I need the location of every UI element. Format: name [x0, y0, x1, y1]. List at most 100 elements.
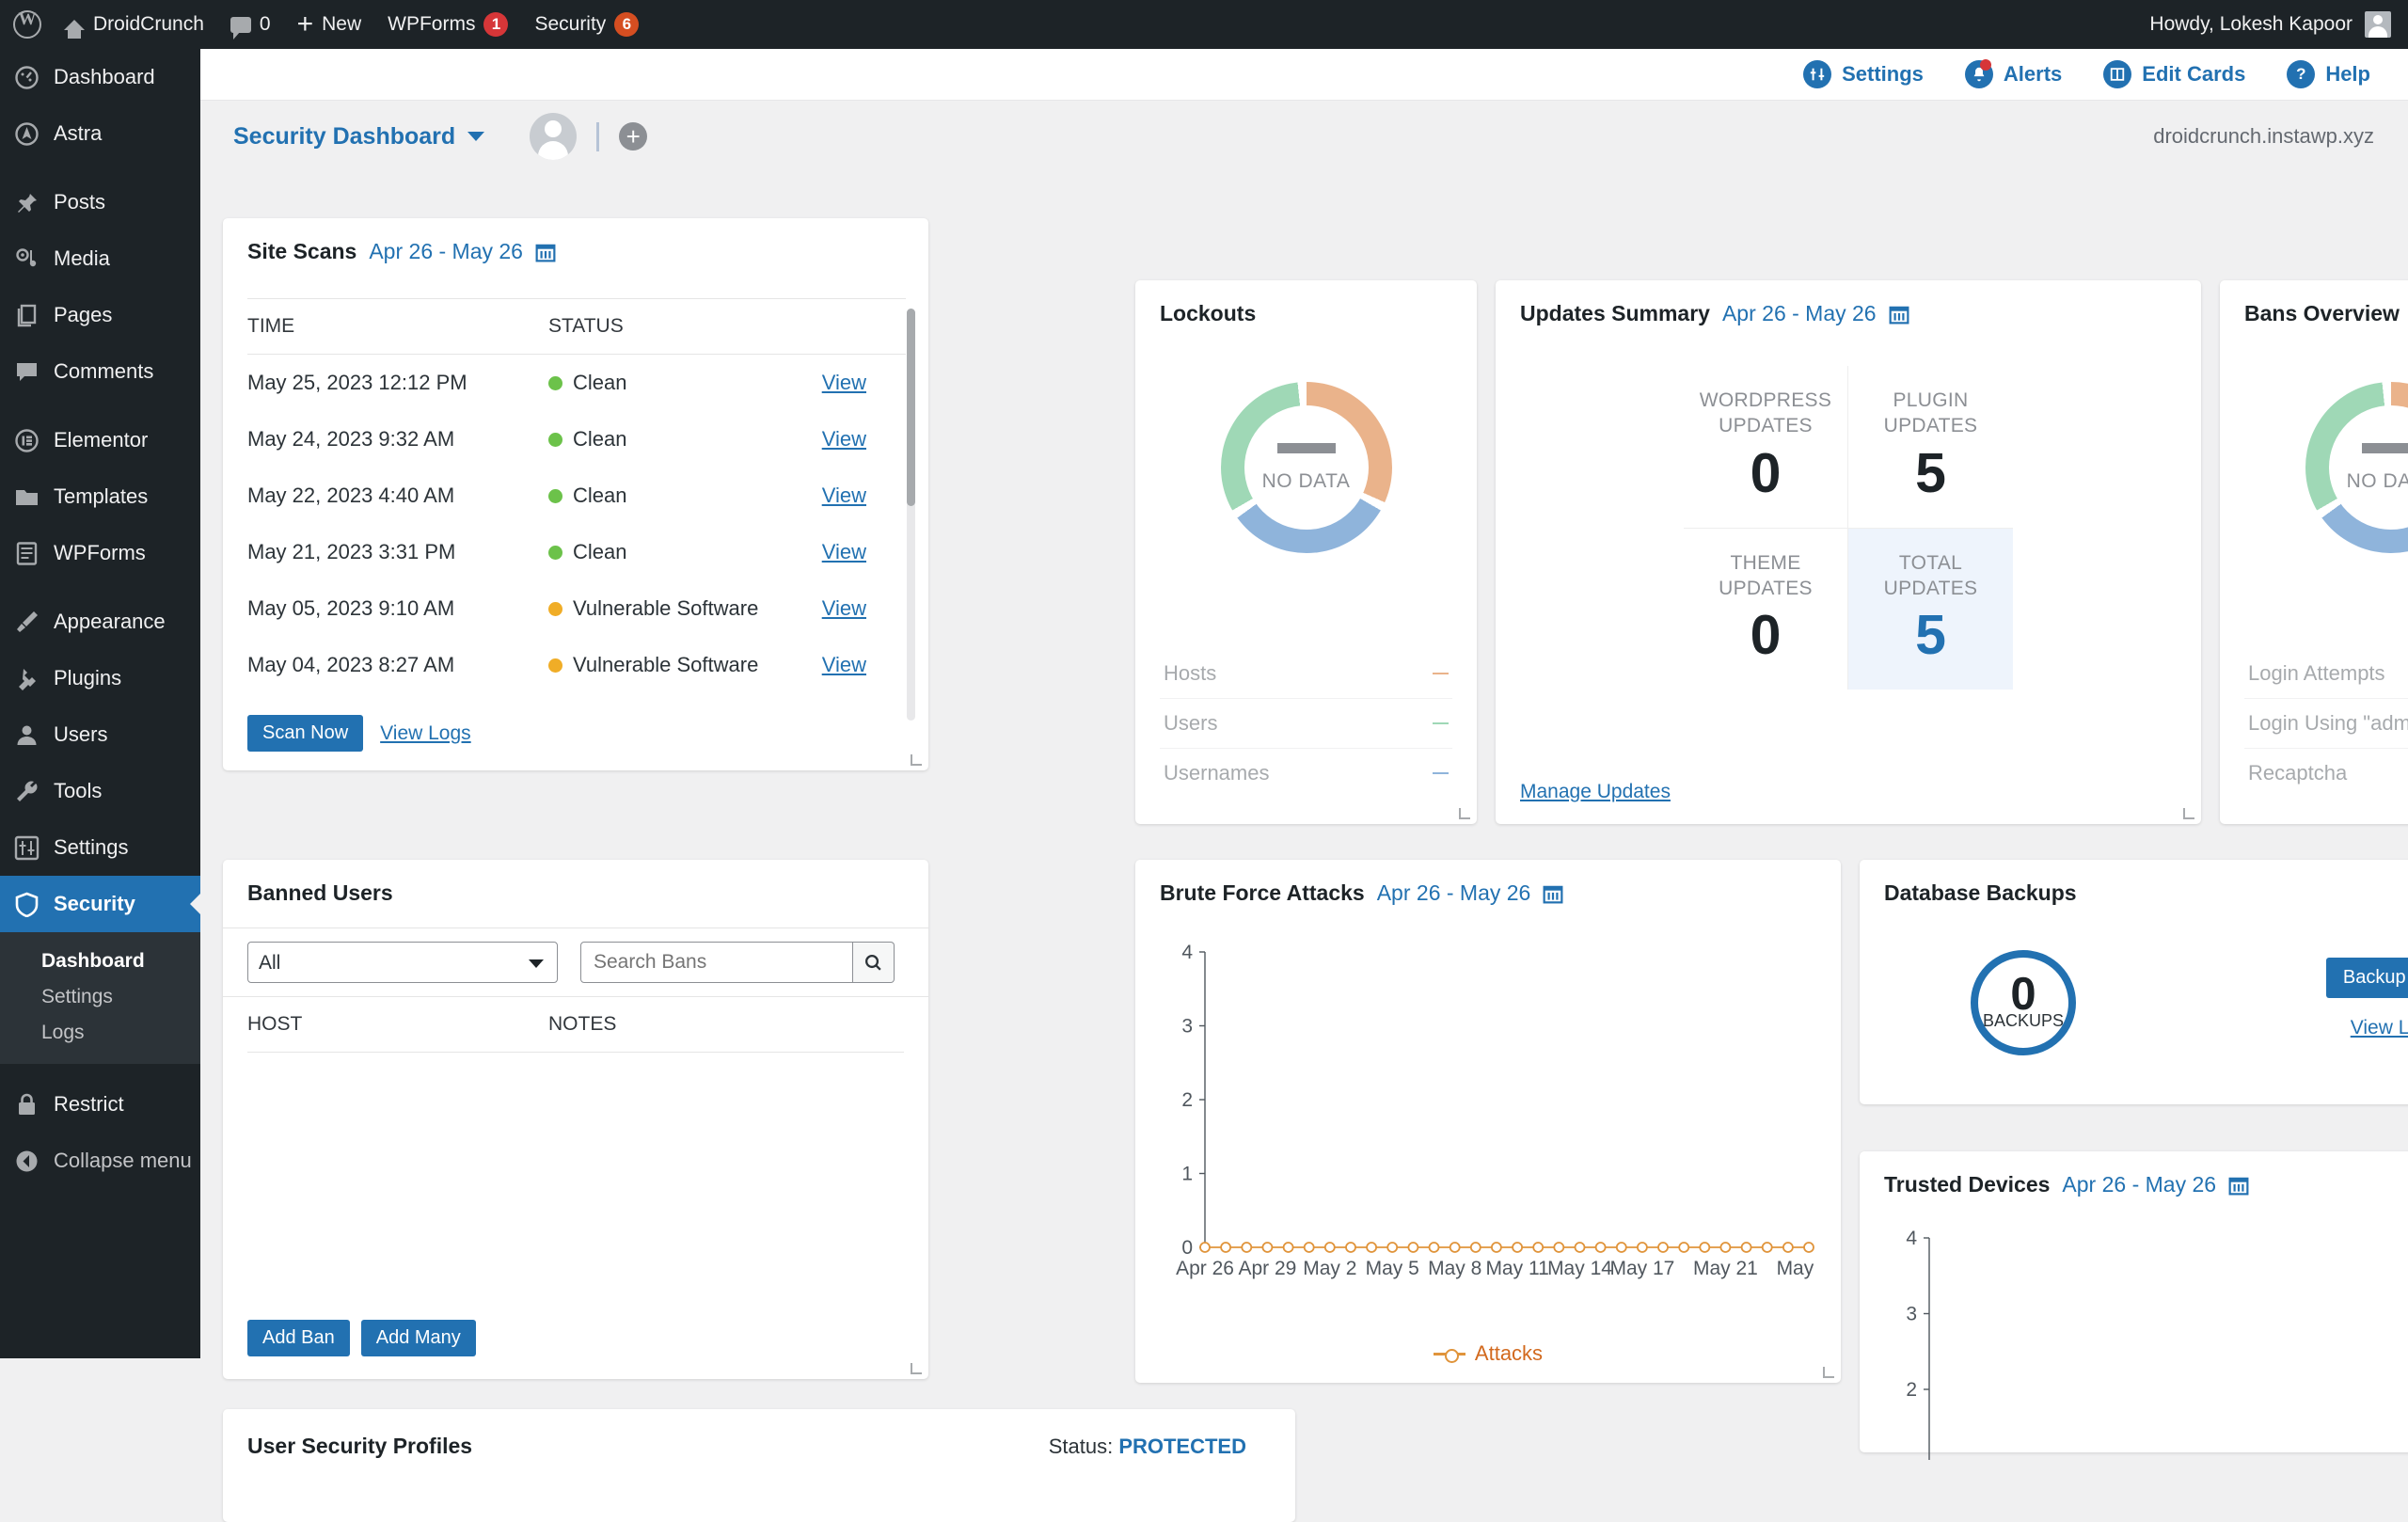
submenu-item-logs[interactable]: Logs: [0, 1015, 200, 1051]
toolbar-edit-cards-button[interactable]: Edit Cards: [2103, 60, 2245, 88]
toolbar-settings-button[interactable]: Settings: [1803, 60, 1924, 88]
table-row: May 25, 2023 12:12 PMCleanView: [247, 355, 906, 412]
svg-text:1: 1: [1181, 1164, 1193, 1185]
sidebar-collapse-button[interactable]: Collapse menu: [0, 1133, 200, 1189]
sidebar-item-astra[interactable]: Astra: [0, 105, 200, 162]
updates-summary-range[interactable]: Apr 26 - May 26: [1722, 301, 1877, 326]
scan-view-link[interactable]: View: [822, 596, 866, 620]
sidebar-item-restrict[interactable]: Restrict: [0, 1076, 200, 1133]
scrollbar-track[interactable]: [907, 309, 915, 721]
site-scans-header: Site Scans Apr 26 - May 26: [223, 218, 928, 283]
backup-now-button[interactable]: Backup Now: [2326, 958, 2408, 998]
scan-status-label: Clean: [573, 371, 626, 394]
calendar-icon[interactable]: [535, 242, 556, 262]
admin-bar: DroidCrunch 0 + New WPForms 1 Security 6…: [0, 0, 2408, 49]
search-bans-button[interactable]: [853, 942, 895, 983]
sidebar-item-media[interactable]: Media: [0, 230, 200, 287]
status-dot-icon: [548, 546, 562, 560]
resize-handle[interactable]: [1459, 808, 1470, 819]
sidebar-item-wpforms[interactable]: WPForms: [0, 525, 200, 581]
brute-force-range[interactable]: Apr 26 - May 26: [1377, 880, 1531, 906]
sidebar-item-elementor[interactable]: Elementor: [0, 412, 200, 468]
sidebar-item-pages[interactable]: Pages: [0, 287, 200, 343]
toolbar-alerts-button[interactable]: Alerts: [1965, 60, 2062, 88]
dashboard-selector[interactable]: Security Dashboard: [233, 123, 484, 151]
status-label: Status:: [1049, 1435, 1113, 1458]
lockouts-no-data-label: NO DATA: [1262, 470, 1351, 493]
trusted-devices-range[interactable]: Apr 26 - May 26: [2062, 1172, 2216, 1197]
settings-icon: [11, 832, 41, 863]
calendar-icon[interactable]: [1889, 304, 1909, 325]
resize-handle[interactable]: [1823, 1367, 1834, 1378]
scan-view-link[interactable]: View: [822, 540, 866, 563]
backups-view-logs-link[interactable]: View Logs: [2351, 1017, 2408, 1038]
scan-view-link[interactable]: View: [822, 484, 866, 507]
shield-icon: [11, 889, 41, 919]
wpforms-menu[interactable]: WPForms 1: [374, 0, 521, 49]
manage-updates-link[interactable]: Manage Updates: [1520, 781, 1671, 803]
submenu-item-settings[interactable]: Settings: [0, 979, 200, 1015]
sidebar-item-plugins[interactable]: Plugins: [0, 650, 200, 706]
resize-handle[interactable]: [911, 1363, 922, 1374]
sidebar-item-tools[interactable]: Tools: [0, 763, 200, 819]
new-content-menu[interactable]: + New: [284, 0, 375, 49]
legend-row: Recaptcha: [2244, 749, 2408, 798]
sidebar-item-label: Astra: [54, 121, 102, 146]
add-ban-button[interactable]: Add Ban: [247, 1320, 350, 1356]
sidebar-item-security[interactable]: Security: [0, 876, 200, 932]
brute-force-legend[interactable]: Attacks: [1135, 1341, 1841, 1366]
site-name-menu[interactable]: DroidCrunch: [51, 0, 217, 49]
comments-menu[interactable]: 0: [217, 0, 284, 49]
table-row: May 21, 2023 3:31 PMCleanView: [247, 524, 906, 580]
svg-text:3: 3: [1906, 1304, 1917, 1325]
svg-text:May 5: May 5: [1366, 1258, 1419, 1279]
scan-view-link[interactable]: View: [822, 371, 866, 394]
site-scans-title: Site Scans: [247, 239, 356, 264]
scrollbar-thumb[interactable]: [907, 309, 915, 506]
toolbar-help-button[interactable]: ? Help: [2287, 60, 2370, 88]
sidebar-separator: [0, 581, 200, 594]
trusted-devices-chart: 234: [1884, 1225, 2408, 1460]
scan-view-link[interactable]: View: [822, 427, 866, 451]
alert-dot-icon: [1980, 59, 1991, 71]
sidebar-item-dashboard[interactable]: Dashboard: [0, 49, 200, 105]
site-scans-range[interactable]: Apr 26 - May 26: [369, 239, 523, 264]
svg-text:2: 2: [1181, 1089, 1193, 1111]
status-badge: PROTECTED: [1118, 1435, 1246, 1458]
brush-icon: [11, 607, 41, 637]
astra-icon: [11, 119, 41, 149]
ban-filter-select[interactable]: All: [247, 942, 558, 983]
sidebar-item-label: Elementor: [54, 428, 148, 452]
account-menu[interactable]: Howdy, Lokesh Kapoor: [2149, 11, 2408, 38]
scan-now-button[interactable]: Scan Now: [247, 715, 363, 752]
security-menu[interactable]: Security 6: [521, 0, 652, 49]
legend-row: Usernames: [1160, 749, 1452, 798]
calendar-icon[interactable]: [2228, 1175, 2249, 1196]
scan-status: Clean: [548, 524, 803, 580]
resize-handle[interactable]: [911, 754, 922, 766]
submenu-item-dashboard[interactable]: Dashboard: [0, 943, 200, 979]
sidebar-item-templates[interactable]: Templates: [0, 468, 200, 525]
updates-cell-label: PLUGIN UPDATES: [1854, 388, 2007, 439]
sidebar-item-label: Settings: [54, 835, 129, 860]
elementor-icon: [11, 425, 41, 455]
sidebar-item-posts[interactable]: Posts: [0, 174, 200, 230]
chevron-down-icon: [467, 132, 484, 141]
dashboard-avatar[interactable]: [530, 113, 577, 160]
search-bans-input[interactable]: [580, 942, 853, 983]
scan-view-link[interactable]: View: [822, 653, 866, 676]
resize-handle[interactable]: [2183, 808, 2194, 819]
add-dashboard-button[interactable]: +: [619, 122, 647, 151]
site-scans-view-logs-link[interactable]: View Logs: [380, 722, 471, 745]
comments-count: 0: [260, 13, 271, 36]
sidebar-item-users[interactable]: Users: [0, 706, 200, 763]
site-scans-table: TIME STATUS May 25, 2023 12:12 PMCleanVi…: [247, 298, 906, 693]
add-many-button[interactable]: Add Many: [361, 1320, 476, 1356]
sidebar-item-comments[interactable]: Comments: [0, 343, 200, 400]
sidebar-item-settings[interactable]: Settings: [0, 819, 200, 876]
donut-center: NO DATA: [1244, 405, 1369, 530]
trusted-devices-title: Trusted Devices: [1884, 1172, 2050, 1197]
sidebar-item-appearance[interactable]: Appearance: [0, 594, 200, 650]
wordpress-logo-menu[interactable]: [0, 0, 51, 49]
calendar-icon[interactable]: [1543, 883, 1563, 904]
